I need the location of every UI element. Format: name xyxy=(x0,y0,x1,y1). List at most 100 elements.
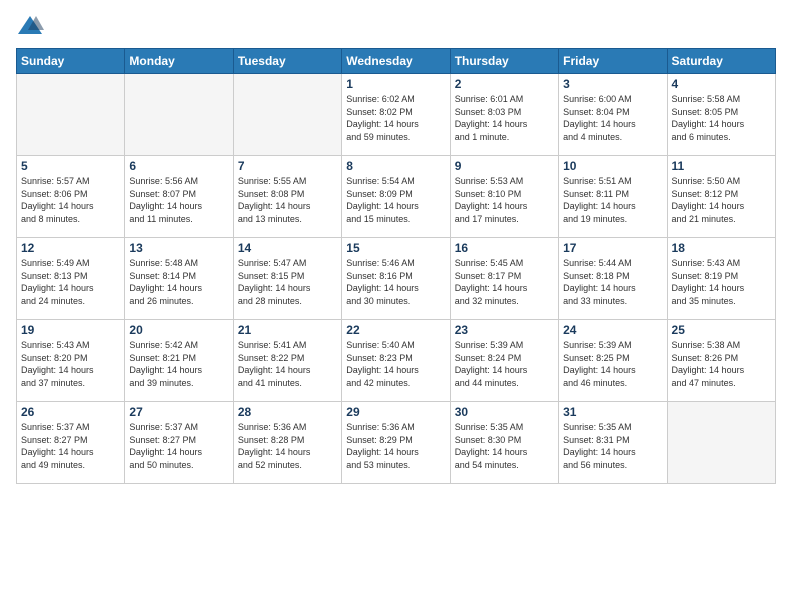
day-number: 3 xyxy=(563,77,662,91)
day-info: Sunrise: 5:48 AMSunset: 8:14 PMDaylight:… xyxy=(129,257,228,307)
calendar-header-sunday: Sunday xyxy=(17,49,125,74)
header xyxy=(16,12,776,40)
calendar-day-19: 19Sunrise: 5:43 AMSunset: 8:20 PMDayligh… xyxy=(17,320,125,402)
day-info: Sunrise: 5:56 AMSunset: 8:07 PMDaylight:… xyxy=(129,175,228,225)
calendar-day-4: 4 Sunrise: 5:58 AMSunset: 8:05 PMDaylight… xyxy=(667,74,775,156)
day-info: Sunrise: 5:55 AMSunset: 8:08 PMDaylight:… xyxy=(238,175,337,225)
day-info: Sunrise: 5:51 AMSunset: 8:11 PMDaylight:… xyxy=(563,175,662,225)
page: SundayMondayTuesdayWednesdayThursdayFrid… xyxy=(0,0,792,492)
calendar-day-21: 21 Sunrise: 5:41 AMSunset: 8:22 PMDayligh… xyxy=(233,320,341,402)
day-info: Sunrise: 5:46 AMSunset: 8:16 PMDaylight:… xyxy=(346,257,445,307)
day-info: Sunrise: 5:58 AMSunset: 8:05 PMDaylight:… xyxy=(672,93,771,143)
calendar-day-1: 1Sunrise: 6:02 AMSunset: 8:02 PMDaylight… xyxy=(342,74,450,156)
calendar-day-5: 5 Sunrise: 5:57 AMSunset: 8:06 PMDaylight… xyxy=(17,156,125,238)
calendar-day-22: 22Sunrise: 5:40 AMSunset: 8:23 PMDayligh… xyxy=(342,320,450,402)
calendar-header-saturday: Saturday xyxy=(667,49,775,74)
day-info: Sunrise: 5:53 AMSunset: 8:10 PMDaylight:… xyxy=(455,175,554,225)
calendar-header-monday: Monday xyxy=(125,49,233,74)
calendar-day-12: 12 Sunrise: 5:49 AMSunset: 8:13 PMDayligh… xyxy=(17,238,125,320)
day-info: Sunrise: 5:35 AMSunset: 8:30 PMDaylight:… xyxy=(455,421,554,471)
day-info: Sunrise: 5:36 AMSunset: 8:28 PMDaylight:… xyxy=(238,421,337,471)
day-number: 4 xyxy=(672,77,771,91)
day-number: 21 xyxy=(238,323,337,337)
day-info: Sunrise: 5:37 AMSunset: 8:27 PMDaylight:… xyxy=(21,421,120,471)
day-number: 6 xyxy=(129,159,228,173)
day-number: 27 xyxy=(129,405,228,419)
day-info: Sunrise: 5:50 AMSunset: 8:12 PMDaylight:… xyxy=(672,175,771,225)
day-number: 22 xyxy=(346,323,445,337)
calendar-empty xyxy=(233,74,341,156)
calendar-day-17: 17Sunrise: 5:44 AMSunset: 8:18 PMDayligh… xyxy=(559,238,667,320)
day-info: Sunrise: 5:38 AMSunset: 8:26 PMDaylight:… xyxy=(672,339,771,389)
day-info: Sunrise: 5:35 AMSunset: 8:31 PMDaylight:… xyxy=(563,421,662,471)
calendar-day-23: 23 Sunrise: 5:39 AMSunset: 8:24 PMDayligh… xyxy=(450,320,558,402)
day-number: 7 xyxy=(238,159,337,173)
day-number: 24 xyxy=(563,323,662,337)
day-number: 29 xyxy=(346,405,445,419)
calendar-week-3: 19Sunrise: 5:43 AMSunset: 8:20 PMDayligh… xyxy=(17,320,776,402)
day-number: 25 xyxy=(672,323,771,337)
day-number: 31 xyxy=(563,405,662,419)
day-number: 12 xyxy=(21,241,120,255)
day-number: 26 xyxy=(21,405,120,419)
logo-icon xyxy=(16,12,44,40)
day-info: Sunrise: 5:47 AMSunset: 8:15 PMDaylight:… xyxy=(238,257,337,307)
day-info: Sunrise: 5:43 AMSunset: 8:19 PMDaylight:… xyxy=(672,257,771,307)
day-info: Sunrise: 5:39 AMSunset: 8:25 PMDaylight:… xyxy=(563,339,662,389)
calendar-day-2: 2 Sunrise: 6:01 AMSunset: 8:03 PMDaylight… xyxy=(450,74,558,156)
calendar-day-7: 7 Sunrise: 5:55 AMSunset: 8:08 PMDaylight… xyxy=(233,156,341,238)
day-info: Sunrise: 5:41 AMSunset: 8:22 PMDaylight:… xyxy=(238,339,337,389)
calendar-day-14: 14Sunrise: 5:47 AMSunset: 8:15 PMDayligh… xyxy=(233,238,341,320)
day-number: 8 xyxy=(346,159,445,173)
calendar-day-16: 16Sunrise: 5:45 AMSunset: 8:17 PMDayligh… xyxy=(450,238,558,320)
calendar-header-thursday: Thursday xyxy=(450,49,558,74)
calendar-day-8: 8 Sunrise: 5:54 AMSunset: 8:09 PMDaylight… xyxy=(342,156,450,238)
day-info: Sunrise: 5:36 AMSunset: 8:29 PMDaylight:… xyxy=(346,421,445,471)
calendar-day-18: 18 Sunrise: 5:43 AMSunset: 8:19 PMDayligh… xyxy=(667,238,775,320)
calendar-day-31: 31 Sunrise: 5:35 AMSunset: 8:31 PMDayligh… xyxy=(559,402,667,484)
day-number: 19 xyxy=(21,323,120,337)
calendar-day-25: 25 Sunrise: 5:38 AMSunset: 8:26 PMDayligh… xyxy=(667,320,775,402)
day-number: 20 xyxy=(129,323,228,337)
calendar-header-tuesday: Tuesday xyxy=(233,49,341,74)
calendar-header-wednesday: Wednesday xyxy=(342,49,450,74)
calendar-day-28: 28 Sunrise: 5:36 AMSunset: 8:28 PMDayligh… xyxy=(233,402,341,484)
calendar-day-24: 24 Sunrise: 5:39 AMSunset: 8:25 PMDayligh… xyxy=(559,320,667,402)
logo xyxy=(16,12,48,40)
day-number: 18 xyxy=(672,241,771,255)
day-number: 30 xyxy=(455,405,554,419)
calendar-week-1: 5 Sunrise: 5:57 AMSunset: 8:06 PMDaylight… xyxy=(17,156,776,238)
calendar-day-26: 26 Sunrise: 5:37 AMSunset: 8:27 PMDayligh… xyxy=(17,402,125,484)
day-info: Sunrise: 5:49 AMSunset: 8:13 PMDaylight:… xyxy=(21,257,120,307)
day-number: 1 xyxy=(346,77,445,91)
calendar-day-10: 10Sunrise: 5:51 AMSunset: 8:11 PMDayligh… xyxy=(559,156,667,238)
day-number: 5 xyxy=(21,159,120,173)
calendar-header-row: SundayMondayTuesdayWednesdayThursdayFrid… xyxy=(17,49,776,74)
calendar-table: SundayMondayTuesdayWednesdayThursdayFrid… xyxy=(16,48,776,484)
day-number: 9 xyxy=(455,159,554,173)
day-info: Sunrise: 5:39 AMSunset: 8:24 PMDaylight:… xyxy=(455,339,554,389)
calendar-empty xyxy=(125,74,233,156)
day-number: 2 xyxy=(455,77,554,91)
day-number: 28 xyxy=(238,405,337,419)
calendar-day-27: 27 Sunrise: 5:37 AMSunset: 8:27 PMDayligh… xyxy=(125,402,233,484)
calendar-day-29: 29 Sunrise: 5:36 AMSunset: 8:29 PMDayligh… xyxy=(342,402,450,484)
calendar-day-20: 20Sunrise: 5:42 AMSunset: 8:21 PMDayligh… xyxy=(125,320,233,402)
calendar-empty xyxy=(17,74,125,156)
calendar-day-9: 9 Sunrise: 5:53 AMSunset: 8:10 PMDaylight… xyxy=(450,156,558,238)
day-info: Sunrise: 5:54 AMSunset: 8:09 PMDaylight:… xyxy=(346,175,445,225)
calendar-week-2: 12 Sunrise: 5:49 AMSunset: 8:13 PMDayligh… xyxy=(17,238,776,320)
day-info: Sunrise: 5:57 AMSunset: 8:06 PMDaylight:… xyxy=(21,175,120,225)
calendar-day-11: 11Sunrise: 5:50 AMSunset: 8:12 PMDayligh… xyxy=(667,156,775,238)
day-number: 17 xyxy=(563,241,662,255)
day-info: Sunrise: 5:37 AMSunset: 8:27 PMDaylight:… xyxy=(129,421,228,471)
calendar-day-30: 30 Sunrise: 5:35 AMSunset: 8:30 PMDayligh… xyxy=(450,402,558,484)
calendar-week-0: 1Sunrise: 6:02 AMSunset: 8:02 PMDaylight… xyxy=(17,74,776,156)
calendar-week-4: 26 Sunrise: 5:37 AMSunset: 8:27 PMDayligh… xyxy=(17,402,776,484)
calendar-empty xyxy=(667,402,775,484)
day-info: Sunrise: 6:01 AMSunset: 8:03 PMDaylight:… xyxy=(455,93,554,143)
day-number: 13 xyxy=(129,241,228,255)
day-info: Sunrise: 5:45 AMSunset: 8:17 PMDaylight:… xyxy=(455,257,554,307)
day-number: 23 xyxy=(455,323,554,337)
calendar-day-13: 13 Sunrise: 5:48 AMSunset: 8:14 PMDayligh… xyxy=(125,238,233,320)
